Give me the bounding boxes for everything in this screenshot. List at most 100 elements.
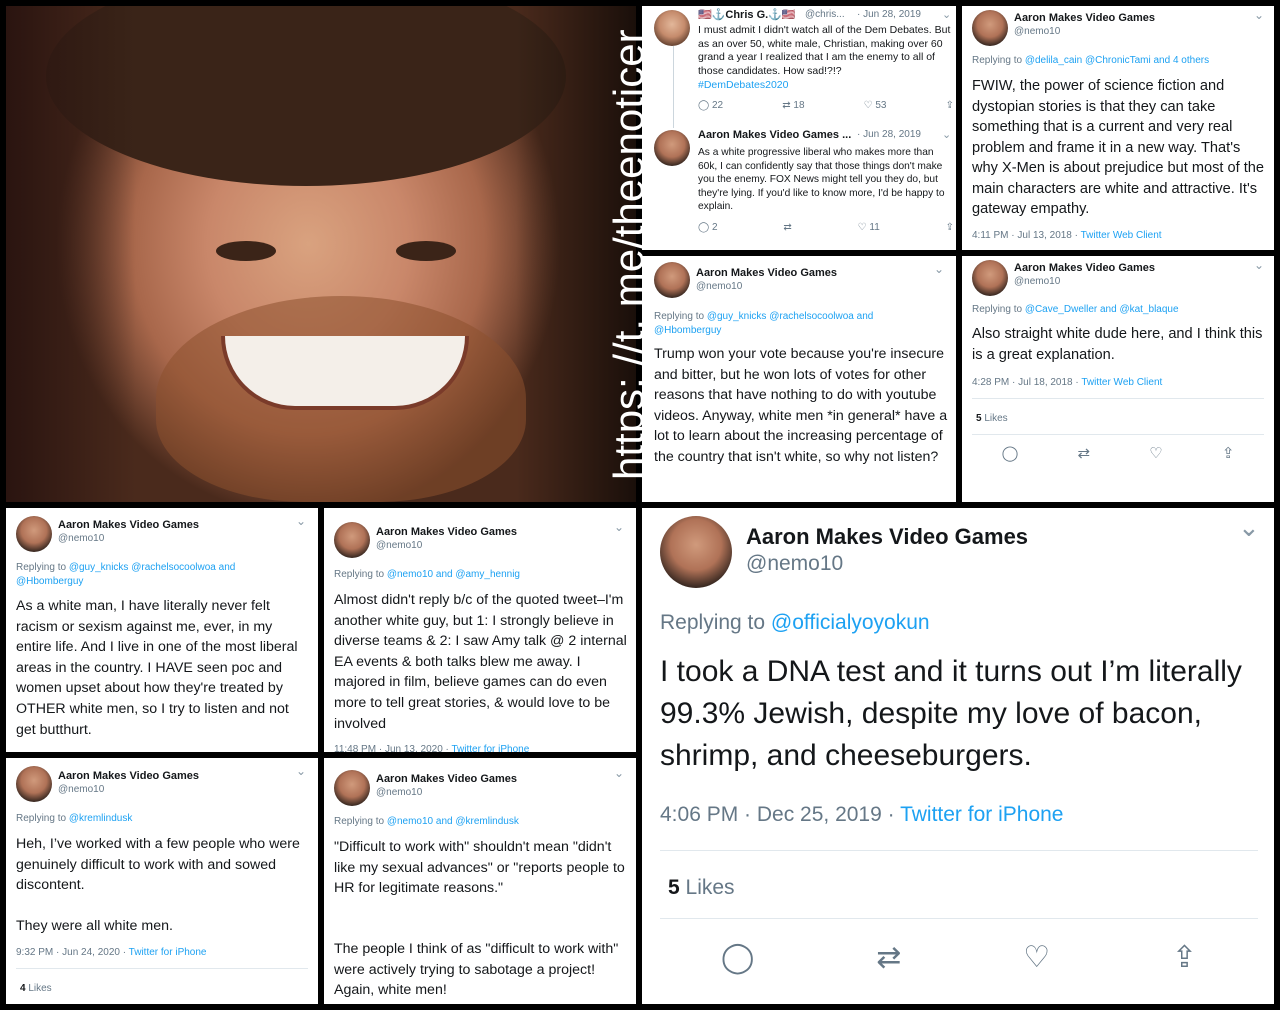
tweet-text: I must admit I didn't watch all of the D… (698, 24, 951, 77)
tweet-source[interactable]: Twitter for iPhone (451, 744, 529, 752)
avatar[interactable] (972, 260, 1008, 296)
hashtag-link[interactable]: #DemDebates2020 (698, 79, 788, 91)
author-name[interactable]: Aaron Makes Video Games ... (698, 129, 851, 141)
chevron-down-icon[interactable]: ⌄ (614, 766, 624, 780)
reply-count: 2 (711, 222, 718, 233)
panel-difficult: Aaron Makes Video Games @nemo10 ⌄ Replyi… (324, 758, 636, 1004)
likes-count[interactable]: 5 Likes (976, 413, 1008, 424)
retweet-icon[interactable]: ⇄ (783, 222, 791, 233)
tweet-actions: ◯ ⇄ ♡ ⇪ (972, 444, 1264, 462)
author-handle[interactable]: @nemo10 (1014, 26, 1060, 37)
avatar[interactable] (334, 770, 370, 806)
author-name[interactable]: Aaron Makes Video Games (376, 526, 517, 538)
reply-prefix: Replying to (334, 569, 387, 580)
chevron-down-icon[interactable]: ⌄ (942, 128, 951, 141)
reply-prefix: Replying to (16, 813, 69, 824)
replying-to: Replying to @kremlindusk (16, 813, 132, 824)
chevron-down-icon[interactable]: ⌄ (614, 520, 624, 534)
author-handle[interactable]: @nemo10 (376, 787, 422, 798)
retweet-action[interactable]: ⇄ 18 (782, 100, 804, 111)
retweet-icon[interactable]: ⇄ (876, 940, 901, 975)
tweet-date[interactable]: · Jun 28, 2019 (857, 9, 921, 20)
panel-straight: Aaron Makes Video Games @nemo10 ⌄ Replyi… (962, 256, 1274, 502)
like-action[interactable]: ♡ 11 (858, 222, 880, 233)
share-icon[interactable]: ⇪ (1222, 444, 1235, 462)
reply-to-link[interactable]: @nemo10 and @kremlindusk (387, 816, 519, 827)
author-name[interactable]: 🇺🇸⚓Chris G.⚓🇺🇸 (698, 8, 796, 21)
retweet-icon: ⇄ (782, 100, 791, 111)
avatar[interactable] (654, 10, 690, 46)
reply-icon[interactable]: ◯ (1002, 444, 1019, 462)
tweet-source[interactable]: Twitter Web Client (1081, 377, 1162, 388)
replying-to: Replying to @guy_knicks @rachelsocoolwoa… (16, 561, 276, 589)
tweet-text-2: The people I think of as "difficult to w… (334, 941, 619, 999)
author-name[interactable]: Aaron Makes Video Games (696, 267, 837, 279)
reply-to-link[interactable]: @delila_cain @ChronicTami and 4 others (1025, 55, 1209, 66)
photo-shade-left (6, 6, 136, 502)
tweet-time[interactable]: 4:06 PM · Dec 25, 2019 · (660, 803, 900, 826)
tweet-meta: 4:28 PM · Jul 18, 2018 · Twitter Web Cli… (972, 377, 1162, 388)
avatar[interactable] (16, 766, 52, 802)
reply-icon[interactable]: ◯ (721, 940, 755, 975)
tweet-date[interactable]: · Jun 28, 2019 (857, 129, 921, 140)
tweet-text: "Difficult to work with" shouldn't mean … (334, 839, 625, 897)
reply-action[interactable]: ◯ 2 (698, 222, 718, 233)
chevron-down-icon[interactable]: ⌄ (296, 764, 306, 778)
tweet-time[interactable]: 4:11 PM · Jul 13, 2018 · (972, 230, 1081, 241)
likes-count[interactable]: 5 Likes (668, 876, 735, 900)
tweet-text: As a white man, I have literally never f… (16, 598, 298, 738)
chevron-down-icon[interactable]: ⌄ (934, 262, 944, 276)
avatar[interactable] (660, 516, 732, 588)
author-handle[interactable]: @chris... (805, 9, 845, 20)
share-icon[interactable]: ⇪ (946, 222, 954, 233)
heart-icon: ♡ (857, 222, 867, 233)
tweet-text: Also straight white dude here, and I thi… (972, 326, 1263, 363)
tweet-meta: 4:11 PM · Jul 13, 2018 · Twitter Web Cli… (972, 230, 1162, 241)
author-name[interactable]: Aaron Makes Video Games (58, 519, 199, 531)
heart-icon: ♡ (863, 100, 873, 111)
tweet-meta: 11:48 PM · Jun 13, 2020 · Twitter for iP… (334, 744, 529, 752)
likes-count[interactable]: 4 Likes (20, 983, 52, 994)
chevron-down-icon[interactable]: ⌄ (1254, 258, 1264, 272)
share-icon[interactable]: ⇪ (1172, 940, 1197, 975)
avatar[interactable] (972, 10, 1008, 46)
author-name[interactable]: Aaron Makes Video Games (746, 524, 1028, 550)
chevron-down-icon[interactable]: ⌄ (942, 8, 951, 21)
like-count: 53 (875, 100, 887, 111)
author-handle[interactable]: @nemo10 (696, 281, 742, 292)
author-handle[interactable]: @nemo10 (376, 540, 422, 551)
tweet-actions: ◯ 2 ⇄ ♡ 11 ⇪ (698, 222, 954, 233)
avatar[interactable] (334, 522, 370, 558)
tweet-time[interactable]: 4:28 PM · Jul 18, 2018 · (972, 377, 1081, 388)
author-handle[interactable]: @nemo10 (58, 533, 104, 544)
reply-to-link[interactable]: @officialyoyokun (771, 611, 930, 634)
tweet-text-2: They were all white men. (16, 918, 173, 934)
author-name[interactable]: Aaron Makes Video Games (376, 773, 517, 785)
retweet-icon[interactable]: ⇄ (1078, 444, 1091, 462)
tweet-time[interactable]: 9:32 PM · Jun 24, 2020 · (16, 947, 129, 958)
author-handle[interactable]: @nemo10 (1014, 276, 1060, 287)
avatar[interactable] (16, 516, 52, 552)
author-handle[interactable]: @nemo10 (58, 784, 104, 795)
chevron-down-icon[interactable]: ⌄ (1254, 8, 1264, 22)
reply-to-link[interactable]: @nemo10 and @amy_hennig (387, 569, 520, 580)
reply-action[interactable]: ◯ 22 (698, 100, 723, 111)
avatar[interactable] (654, 262, 690, 298)
tweet-source[interactable]: Twitter for iPhone (129, 947, 207, 958)
heart-icon[interactable]: ♡ (1149, 444, 1162, 462)
author-name[interactable]: Aaron Makes Video Games (1014, 12, 1155, 24)
tweet-time[interactable]: 11:48 PM · Jun 13, 2020 · (334, 744, 451, 752)
author-name[interactable]: Aaron Makes Video Games (58, 770, 199, 782)
author-name[interactable]: Aaron Makes Video Games (1014, 262, 1155, 274)
chevron-down-icon[interactable]: ⌄ (1238, 512, 1260, 543)
author-handle[interactable]: @nemo10 (746, 552, 843, 576)
tweet-source[interactable]: Twitter for iPhone (900, 803, 1063, 826)
heart-icon[interactable]: ♡ (1023, 940, 1050, 975)
like-action[interactable]: ♡ 53 (864, 100, 887, 111)
share-icon[interactable]: ⇪ (946, 100, 954, 111)
avatar[interactable] (654, 130, 690, 166)
chevron-down-icon[interactable]: ⌄ (296, 514, 306, 528)
reply-to-link[interactable]: @kremlindusk (69, 813, 133, 824)
reply-to-link[interactable]: @Cave_Dweller and @kat_blaque (1025, 304, 1179, 315)
tweet-source[interactable]: Twitter Web Client (1081, 230, 1162, 241)
